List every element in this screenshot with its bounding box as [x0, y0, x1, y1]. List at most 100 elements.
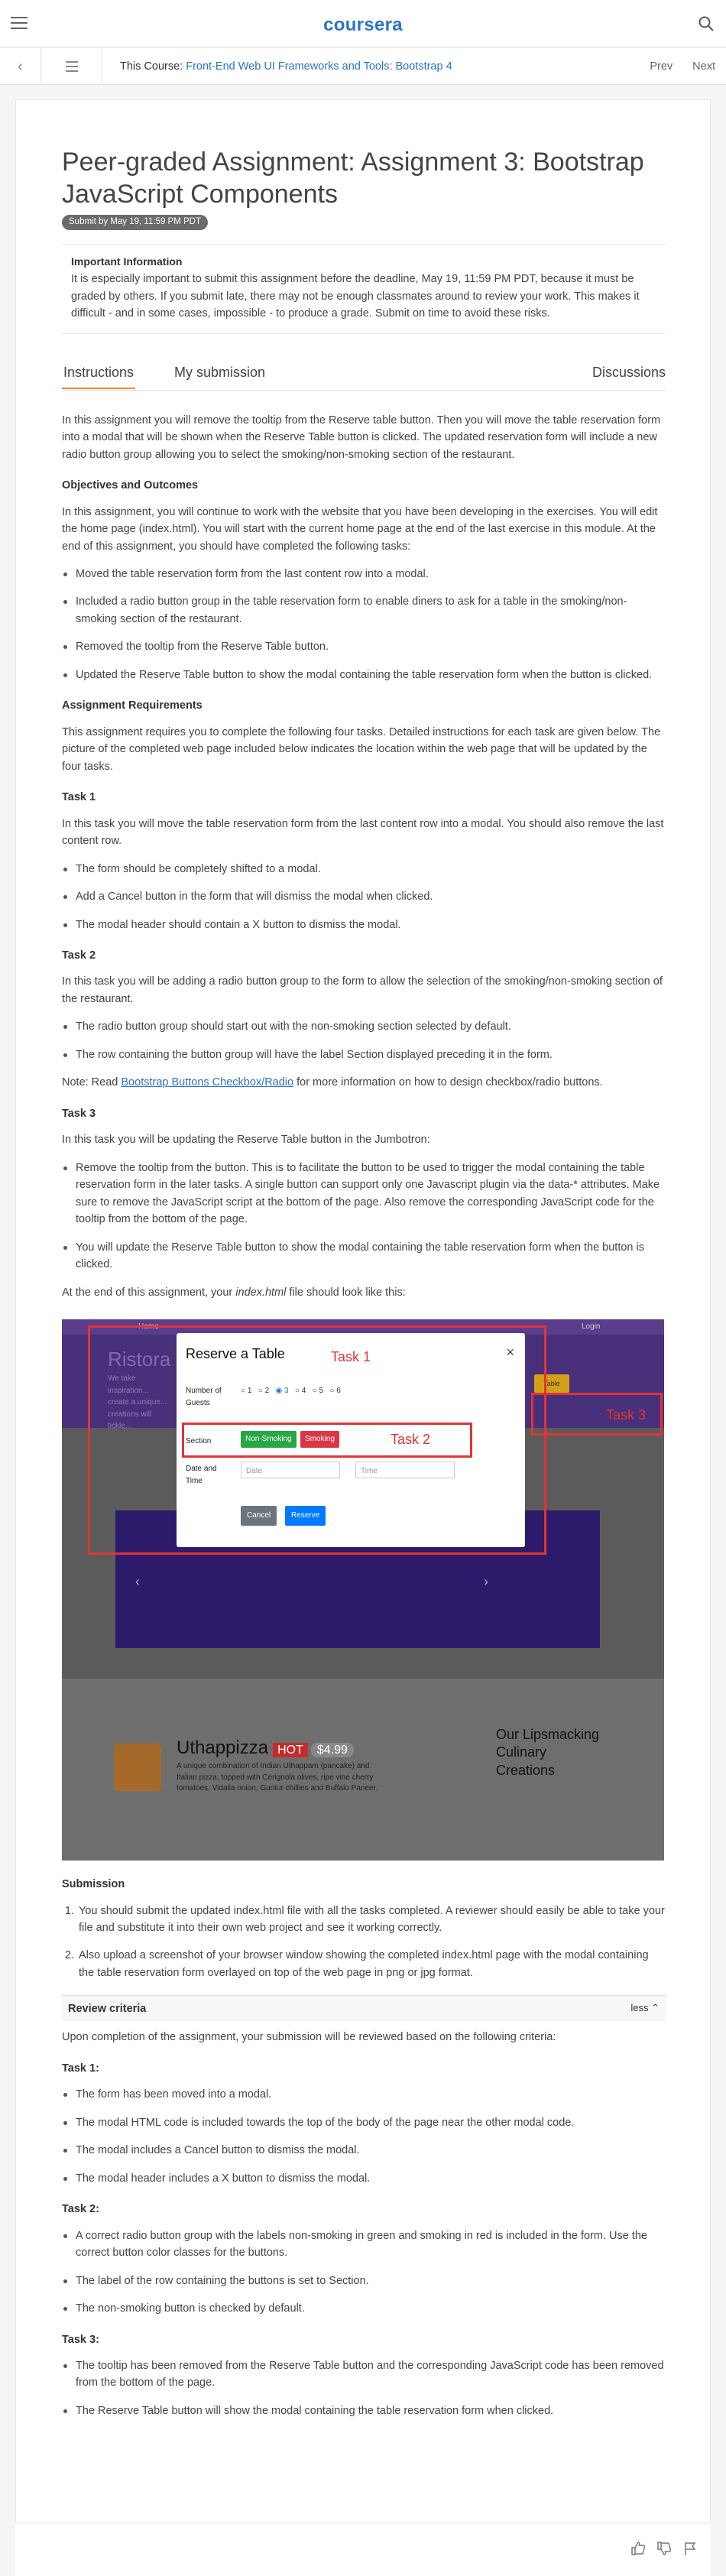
task3-text: In this task you will be updating the Re…: [62, 1134, 430, 1147]
back-chevron-icon[interactable]: ‹: [0, 48, 41, 85]
list-item: The row containing the button group will…: [62, 1046, 666, 1063]
review-task3-heading: Task 3:: [62, 2333, 99, 2346]
task2-annotation: Task 2: [391, 1432, 431, 1448]
next-link[interactable]: Next: [692, 60, 715, 73]
review-intro: Upon completion of the assignment, your …: [62, 2031, 556, 2044]
list-icon[interactable]: [41, 48, 102, 85]
list-item: The modal HTML code is included towards …: [62, 2114, 666, 2131]
task2-text: In this task you will be adding a radio …: [62, 975, 663, 1005]
review-task2-list: A correct radio button group with the la…: [62, 2227, 666, 2318]
note-text: Note: Read Bootstrap Buttons Checkbox/Ra…: [62, 1074, 666, 1091]
note-prefix: Note: Read: [62, 1076, 122, 1089]
task3-annotation: Task 3: [606, 1407, 647, 1423]
list-item: The modal header should contain a X butt…: [62, 917, 666, 933]
tab-discussions[interactable]: Discussions: [592, 357, 666, 388]
tab-bar: Instructions My submission Discussions: [62, 357, 666, 391]
list-item: Updated the Reserve Table button to show…: [62, 667, 666, 683]
list-item: Removed the tooltip from the Reserve Tab…: [62, 638, 666, 655]
list-item: The Reserve Table button will show the m…: [62, 2402, 666, 2419]
list-item: Included a radio button group in the tab…: [62, 593, 666, 628]
review-task1-list: The form has been moved into a modal. Th…: [62, 2086, 666, 2187]
review-heading: Review criteria: [68, 2003, 147, 2016]
task1-list: The form should be completely shifted to…: [62, 861, 666, 933]
task3-heading: Task 3: [62, 1107, 96, 1120]
page-title: Peer-graded Assignment: Assignment 3: Bo…: [62, 148, 644, 209]
search-icon[interactable]: [697, 15, 715, 33]
list-item: You will update the Reserve Table button…: [62, 1239, 666, 1273]
list-item: The tooltip has been removed from the Re…: [62, 2357, 666, 2392]
list-item: The modal header includes a X button to …: [62, 2170, 666, 2187]
course-link[interactable]: Front-End Web UI Frameworks and Tools: B…: [186, 60, 452, 73]
list-item: Moved the table reservation form from th…: [62, 566, 666, 582]
task1-annotation: Task 1: [331, 1349, 371, 1365]
task2-list: The radio button group should start out …: [62, 1018, 666, 1063]
review-criteria-header: Review criteria less ⌃: [62, 1995, 666, 2022]
objectives-list: Moved the table reservation form from th…: [62, 566, 666, 683]
item-navigation: Prev Next: [630, 48, 715, 85]
list-item: The label of the row containing the butt…: [62, 2273, 666, 2289]
end-prefix: At the end of this assignment, your: [62, 1286, 236, 1299]
review-task1-heading: Task 1:: [62, 2062, 99, 2075]
intro-text: In this assignment you will remove the t…: [62, 414, 661, 461]
example-dish-description: A unique combination of Indian Uthappam …: [177, 1762, 378, 1793]
info-title: Important Information: [71, 255, 183, 268]
list-item: A correct radio button group with the la…: [62, 2227, 666, 2262]
important-info: Important Information It is especially i…: [62, 243, 666, 334]
list-item: Remove the tooltip from the button. This…: [62, 1160, 666, 1228]
carousel-next-icon: ›: [484, 1574, 488, 1590]
task1-heading: Task 1: [62, 791, 96, 804]
list-item: The form should be completely shifted to…: [62, 861, 666, 878]
task3-list: Remove the tooltip from the button. This…: [62, 1160, 666, 1273]
list-item: The radio button group should start out …: [62, 1018, 666, 1035]
thumbs-down-icon[interactable]: [656, 2540, 673, 2557]
info-text: It is especially important to submit thi…: [71, 273, 640, 320]
list-item: The non-smoking button is checked by def…: [62, 2300, 666, 2317]
pizza-image: [114, 1744, 161, 1792]
carousel-prev-icon: ‹: [135, 1574, 140, 1590]
review-task3-list: The tooltip has been removed from the Re…: [62, 2357, 666, 2419]
requirements-text: This assignment requires you to complete…: [62, 725, 661, 773]
task2-heading: Task 2: [62, 949, 96, 962]
review-task2-heading: Task 2:: [62, 2203, 99, 2216]
tab-instructions[interactable]: Instructions: [62, 357, 136, 389]
task1-text: In this task you will move the table res…: [62, 817, 664, 848]
instructions-body: In this assignment you will remove the t…: [62, 412, 666, 2420]
submission-list: You should submit the updated index.html…: [77, 1903, 666, 1982]
bootstrap-radio-link[interactable]: Bootstrap Buttons Checkbox/Radio: [121, 1076, 293, 1088]
list-item: Also upload a screenshot of your browser…: [77, 1947, 666, 1981]
flag-icon[interactable]: [682, 2540, 698, 2557]
example-dish-heading: Uthappizza HOT $4.99: [177, 1734, 354, 1762]
note-suffix: for more information on how to design ch…: [293, 1076, 603, 1089]
hot-badge: HOT: [273, 1743, 308, 1758]
tab-my-submission[interactable]: My submission: [174, 357, 265, 388]
objectives-heading: Objectives and Outcomes: [62, 479, 199, 492]
dish-name: Uthappizza: [177, 1737, 269, 1759]
list-item: The form has been moved into a modal.: [62, 2086, 666, 2103]
prev-link[interactable]: Prev: [650, 60, 673, 73]
less-label: less: [630, 2002, 649, 2014]
list-item: You should submit the updated index.html…: [77, 1903, 666, 1937]
end-filename: index.html: [235, 1286, 287, 1299]
list-item: The modal includes a Cancel button to di…: [62, 2142, 666, 2159]
less-toggle[interactable]: less ⌃: [630, 2000, 660, 2016]
thumbs-up-icon[interactable]: [630, 2540, 647, 2557]
end-suffix: file should look like this:: [286, 1286, 406, 1299]
end-text: At the end of this assignment, your inde…: [62, 1284, 666, 1301]
example-quote: Our Lipsmacking Culinary Creations: [496, 1727, 600, 1778]
list-item: Add a Cancel button in the form that wil…: [62, 888, 666, 905]
example-screenshot: Home Login Ristora We take inspiration..…: [62, 1319, 664, 1861]
top-bar: coursera: [0, 0, 726, 47]
assignment-sheet: Peer-graded Assignment: Assignment 3: Bo…: [15, 99, 711, 2576]
course-breadcrumb: This Course: Front-End Web UI Frameworks…: [120, 48, 452, 85]
course-bar: ‹ This Course: Front-End Web UI Framewor…: [0, 48, 726, 85]
coursera-logo[interactable]: coursera: [0, 11, 726, 39]
requirements-heading: Assignment Requirements: [62, 699, 203, 712]
objectives-text: In this assignment, you will continue to…: [62, 505, 658, 553]
example-nav-login: Login: [582, 1322, 601, 1332]
deadline-badge: Submit by May 19, 11:59 PM PDT: [62, 215, 208, 230]
feedback-footer: [15, 2522, 711, 2576]
chevron-up-icon: ⌃: [651, 2002, 660, 2014]
price-badge: $4.99: [310, 1743, 354, 1758]
course-prefix: This Course:: [120, 60, 186, 73]
submission-heading: Submission: [62, 1878, 125, 1891]
